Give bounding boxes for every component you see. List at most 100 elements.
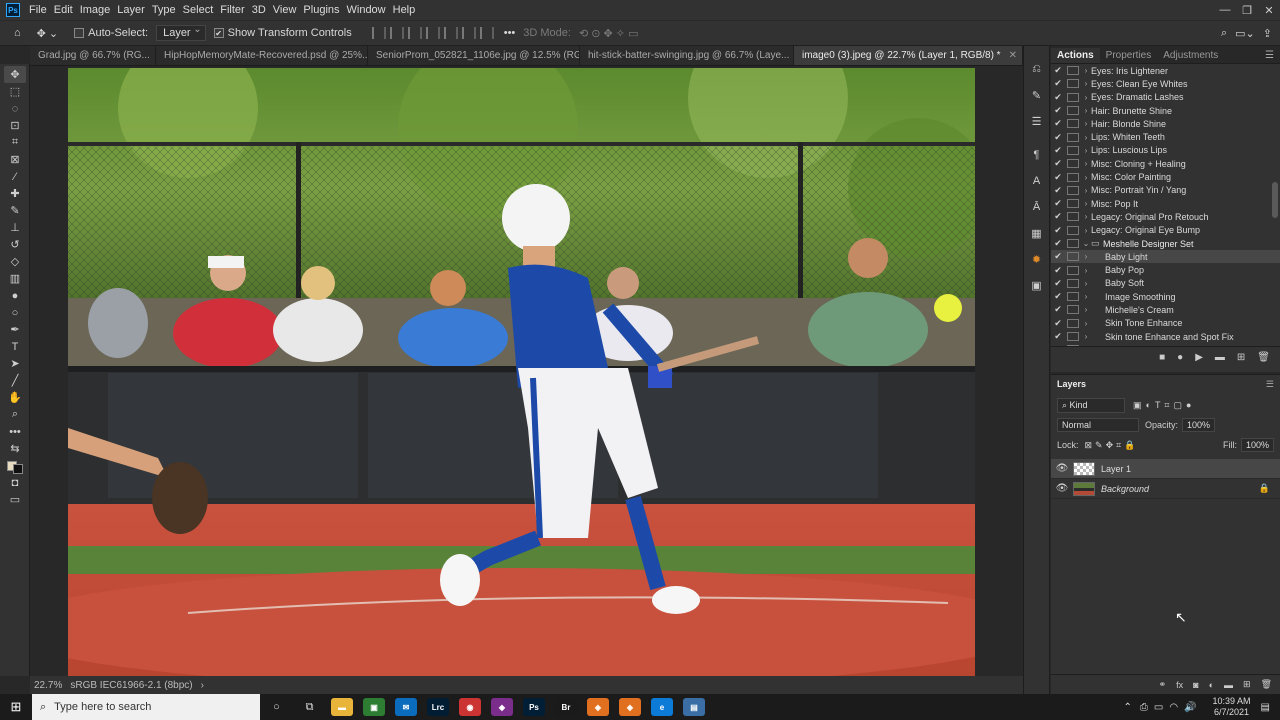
libraries-icon[interactable]: ▦ [1028,224,1046,242]
taskbar-app-store[interactable]: ▣ [363,698,385,716]
printer-icon[interactable]: ⎙ [1140,702,1148,713]
dialog-toggle-icon[interactable] [1067,145,1079,155]
dialog-toggle-icon[interactable] [1067,106,1079,116]
tab-adjustments[interactable]: Adjustments [1157,48,1224,63]
toggle-checkmark-icon[interactable]: ✔ [1051,304,1065,315]
action-row[interactable]: ✔ › Legacy: Original Eye Bump [1051,224,1280,237]
lock-icons[interactable]: ⊠✎✥⌗🔒 [1085,440,1139,451]
dialog-toggle-icon[interactable] [1067,172,1079,182]
toggle-checkmark-icon[interactable]: ✔ [1051,198,1065,209]
tab-hit-stick[interactable]: hit-stick-batter-swinging.jpg @ 66.7% (L… [580,46,794,65]
action-row[interactable]: ✔ › Baby Soft [1051,277,1280,290]
action-row[interactable]: ✔ › Misc: Pop It [1051,197,1280,210]
link-layers-icon[interactable]: ⚭ [1159,679,1167,690]
character-icon[interactable]: A [1028,172,1046,190]
dodge-tool-icon[interactable]: ○ [4,304,26,321]
clone-stamp-tool-icon[interactable]: ⊥ [4,219,26,236]
toggle-checkmark-icon[interactable]: ✔ [1051,265,1065,276]
action-row[interactable]: ✔ › Skin Tone Spot Fix [1051,343,1280,346]
chevron-right-icon[interactable]: › [1081,226,1091,235]
menu-filter[interactable]: Filter [219,4,250,16]
move-tool-icon[interactable]: ✥ [4,66,26,83]
align-middle-icon[interactable] [461,27,476,39]
type-tool-icon[interactable]: T [4,338,26,355]
dialog-toggle-icon[interactable] [1067,185,1079,195]
toggle-checkmark-icon[interactable]: ✔ [1051,78,1065,89]
delete-layer-icon[interactable]: 🗑 [1261,679,1272,690]
menu-image[interactable]: Image [79,4,117,16]
eraser-tool-icon[interactable]: ◇ [4,253,26,270]
tab-hiphop[interactable]: HipHopMemoryMate-Recovered.psd @ 25%...✕ [156,46,368,65]
search-icon[interactable]: ⌕ [1221,27,1227,40]
taskbar-app-photoshop[interactable]: Ps [523,698,545,716]
auto-select-checkbox[interactable] [74,28,85,38]
more-options-icon[interactable]: ••• [504,27,516,39]
toggle-checkmark-icon[interactable]: ✔ [1051,251,1065,262]
gradient-tool-icon[interactable]: ▥ [4,270,26,287]
chevron-right-icon[interactable]: › [1081,212,1091,221]
dialog-toggle-icon[interactable] [1067,239,1079,248]
chevron-right-icon[interactable]: › [1081,159,1091,168]
chevron-right-icon[interactable]: › [1081,79,1091,88]
menu-select[interactable]: Select [182,4,220,16]
action-row[interactable]: ✔ › Baby Light [1051,250,1280,264]
cortana-icon[interactable]: ○ [260,701,293,713]
visibility-eye-icon[interactable]: 👁 [1051,483,1073,494]
eyedropper-tool-icon[interactable]: ⁄ [4,168,26,185]
tab-actions[interactable]: Actions [1051,48,1100,63]
filter-icons[interactable]: ▣◐T⌗▢● [1133,400,1195,411]
blur-tool-icon[interactable]: ● [4,287,26,304]
taskbar-app-app-purple[interactable]: ◆ [491,698,513,716]
close-button[interactable]: ✕ [1258,4,1280,17]
zoom-level[interactable]: 22.7% [34,680,62,691]
opacity-field[interactable]: 100% [1182,418,1216,432]
dialog-toggle-icon[interactable] [1067,332,1079,342]
action-row[interactable]: ✔ › Hair: Brunette Shine [1051,104,1280,117]
filter-kind-dropdown[interactable]: ⌕ Kind [1057,397,1125,413]
play-icon[interactable]: ▶ [1195,352,1203,363]
toggle-checkmark-icon[interactable]: ✔ [1051,344,1065,346]
document-canvas[interactable] [68,68,975,676]
new-set-icon[interactable]: ▬ [1215,352,1225,363]
auto-select-dropdown[interactable]: Layer [156,24,206,41]
zoom-tool-icon[interactable]: ⌕ [4,406,26,423]
clock[interactable]: 10:39 AM 6/7/2021 [1213,696,1251,718]
tab-senior-prom[interactable]: SeniorProm_052821_1106e.jpg @ 12.5% (RG.… [368,46,580,65]
action-row[interactable]: ✔ › Lips: Whiten Teeth [1051,130,1280,143]
menu-layer[interactable]: Layer [116,4,151,16]
move-tool-preset-icon[interactable]: ✥ ⌄ [37,27,59,40]
delete-icon[interactable]: 🗑 [1257,352,1270,363]
dialog-toggle-icon[interactable] [1067,212,1079,222]
fill-field[interactable]: 100% [1240,438,1274,452]
record-icon[interactable]: ● [1177,352,1183,363]
line-tool-icon[interactable]: ╱ [4,372,26,389]
taskbar-app-file-explorer[interactable]: ▬ [331,698,353,716]
history-panel-icon[interactable]: ⎌ [1028,60,1046,78]
toggle-checkmark-icon[interactable]: ✔ [1051,92,1065,103]
quick-select-tool-icon[interactable]: ⊡ [4,117,26,134]
lasso-tool-icon[interactable]: ◌ [4,100,26,117]
dialog-toggle-icon[interactable] [1067,66,1079,76]
new-action-icon[interactable]: ⊞ [1237,352,1245,363]
chevron-right-icon[interactable]: › [1081,106,1091,115]
toggle-checkmark-icon[interactable]: ✔ [1051,331,1065,342]
chevron-right-icon[interactable]: › [1081,119,1091,128]
toggle-checkmark-icon[interactable]: ✔ [1051,145,1065,156]
plugin-icon[interactable]: ✹ [1028,250,1046,268]
dialog-toggle-icon[interactable] [1067,292,1079,302]
action-row[interactable]: ✔ › Misc: Portrait Yin / Yang [1051,184,1280,197]
layer-row-background[interactable]: 👁 Background 🔒 [1051,479,1280,499]
chevron-right-icon[interactable]: › [1081,305,1091,314]
dialog-toggle-icon[interactable] [1067,265,1079,275]
chevron-right-icon[interactable]: › [1081,292,1091,301]
taskbar-app-mail[interactable]: ✉ [395,698,417,716]
wifi-icon[interactable]: ◠ [1169,702,1178,713]
add-mask-icon[interactable]: ◙ [1193,680,1198,690]
layers-title[interactable]: Layers [1057,379,1086,389]
toggle-checkmark-icon[interactable]: ✔ [1051,185,1065,196]
fx-icon[interactable]: fx [1176,680,1183,690]
brush-settings-icon[interactable]: ✎ [1028,86,1046,104]
action-row[interactable]: ✔ › Skin Tone Enhance [1051,317,1280,330]
taskbar-app-chrome[interactable]: ◉ [459,698,481,716]
taskbar-app-edge[interactable]: e [651,698,673,716]
